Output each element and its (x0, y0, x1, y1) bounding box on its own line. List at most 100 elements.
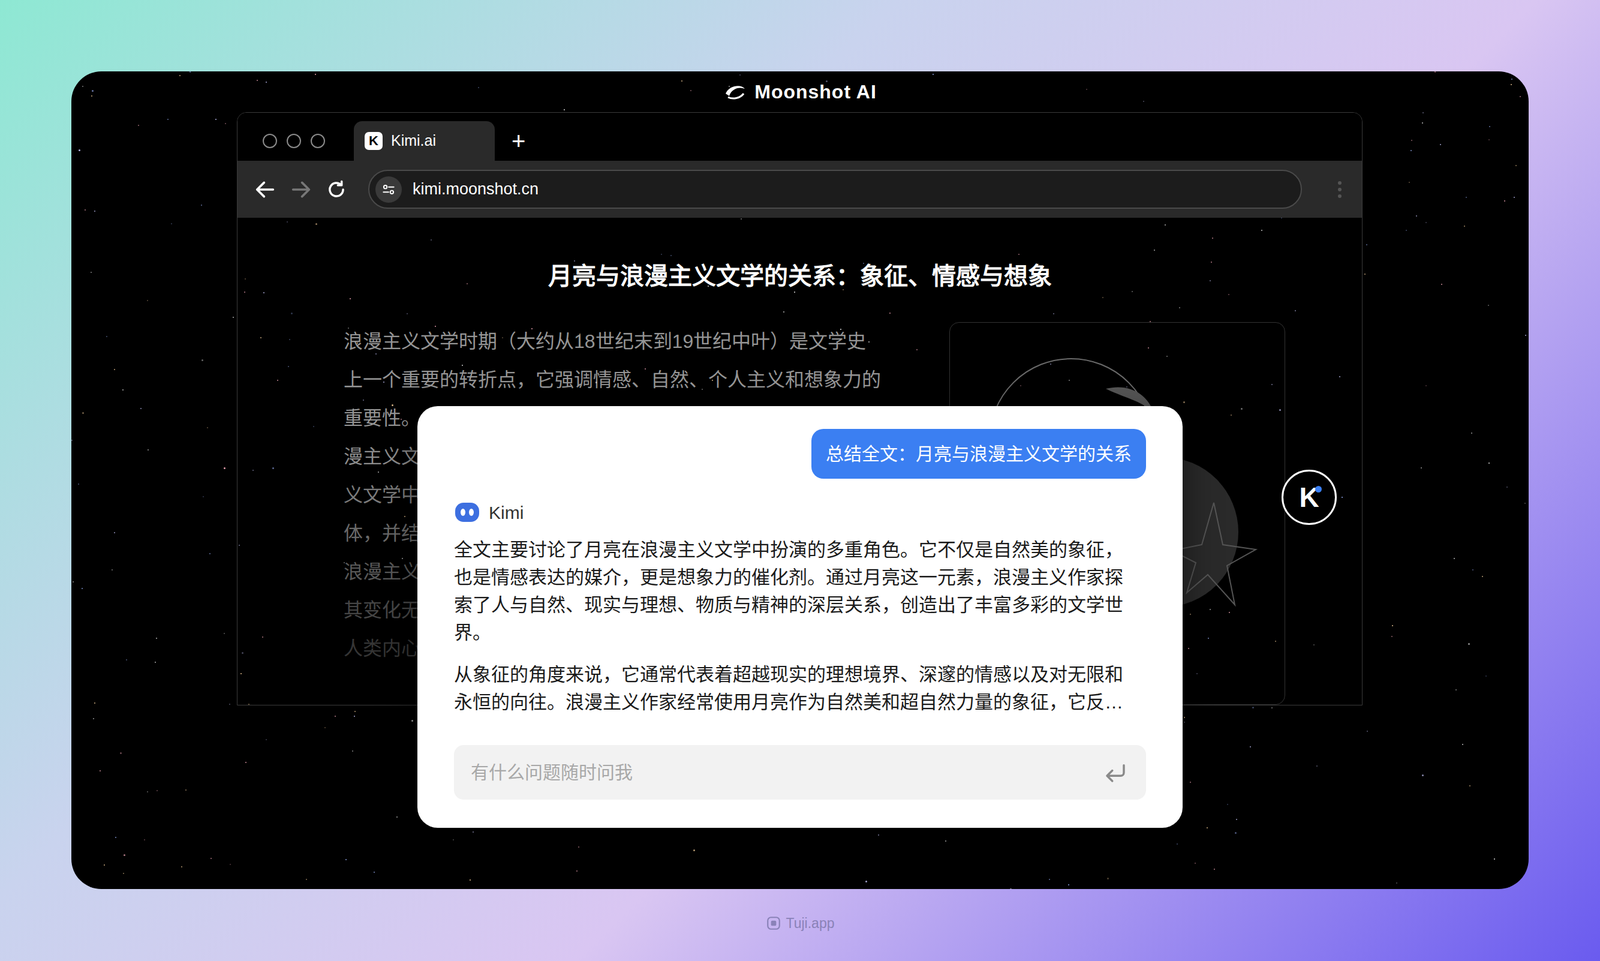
star (324, 726, 326, 729)
star (1469, 785, 1471, 787)
address-bar[interactable]: kimi.moonshot.cn (368, 169, 1302, 209)
star (1183, 721, 1186, 723)
star (209, 552, 211, 555)
star (1525, 334, 1527, 336)
star (794, 291, 796, 293)
star (140, 407, 142, 409)
menu-dot (1337, 187, 1342, 192)
window-control-icon[interactable] (286, 133, 302, 149)
star (1410, 149, 1412, 152)
new-tab-button[interactable]: + (494, 121, 543, 161)
star (1471, 432, 1473, 434)
star (877, 834, 880, 836)
star (84, 209, 86, 211)
star (1102, 296, 1104, 299)
window-control-icon[interactable] (262, 133, 278, 149)
status-dot (1315, 485, 1322, 493)
star (137, 124, 140, 126)
star (1271, 383, 1273, 386)
star (1465, 196, 1467, 198)
star (82, 411, 84, 414)
star (154, 661, 156, 663)
star (103, 864, 105, 866)
chat-input-box (453, 744, 1147, 800)
forward-arrow-icon[interactable] (289, 177, 314, 202)
star (262, 636, 264, 638)
assistant-line: 全文主要讨论了月亮在浪漫主义文学中扮演的多重角色。它不仅是自然美的象征， (453, 536, 1147, 564)
star (1313, 644, 1315, 646)
star (578, 846, 580, 848)
star (82, 85, 84, 87)
star (842, 289, 844, 291)
star (106, 335, 108, 338)
menu-dot (1337, 194, 1342, 198)
showcase-card: Moonshot AIKKimi.ai+kimi.moonshot.cn月亮与浪… (71, 71, 1529, 889)
star (469, 879, 471, 881)
star (373, 871, 375, 873)
star (1176, 843, 1178, 845)
star (260, 337, 262, 339)
star (1228, 611, 1230, 613)
star (1472, 569, 1474, 571)
assistant-line: 永恒的向往。浪漫主义作家经常使用月亮作为自然美和超自然力量的象征，它反… (453, 688, 1147, 717)
site-settings-icon[interactable] (375, 176, 402, 203)
star (1487, 304, 1490, 306)
star (1453, 557, 1455, 559)
browser-tab[interactable]: KKimi.ai (353, 121, 495, 161)
kimi-floating-button[interactable]: K (1281, 469, 1337, 525)
star (1053, 313, 1055, 315)
star (477, 86, 480, 89)
star (265, 81, 267, 83)
star (170, 223, 173, 225)
article-line: 上一个重要的转折点，它强调情感、自然、个人主义和想象力的 (343, 360, 911, 399)
star (92, 717, 95, 720)
star (167, 118, 169, 120)
reload-icon[interactable] (325, 178, 348, 201)
star (1196, 672, 1198, 675)
star (223, 632, 225, 634)
back-arrow-icon[interactable] (253, 177, 278, 202)
star (1425, 385, 1427, 387)
star (1489, 125, 1491, 128)
menu-icon[interactable] (1337, 181, 1342, 198)
star (375, 353, 377, 355)
star (90, 271, 92, 273)
star (1421, 122, 1424, 124)
star (1488, 139, 1490, 141)
chat-input[interactable] (470, 758, 1094, 786)
star (1183, 716, 1186, 718)
url-text[interactable]: kimi.moonshot.cn (412, 176, 539, 202)
star (1194, 862, 1196, 864)
moonshot-logo-icon (723, 82, 748, 101)
assistant-name: Kimi (488, 498, 524, 526)
star (1279, 408, 1281, 411)
star (353, 715, 356, 717)
star (434, 325, 436, 327)
star (1206, 826, 1208, 829)
assistant-line: 也是情感表达的媒介，更是想象力的催化剂。通过月亮这一元素，浪漫主义作家探 (453, 563, 1147, 592)
star (1524, 502, 1526, 504)
star (404, 515, 406, 517)
star (1234, 831, 1237, 834)
article-title: 月亮与浪漫主义文学的关系：象征、情感与想象 (237, 259, 1362, 293)
star (287, 365, 290, 368)
star (1189, 781, 1192, 783)
star (201, 359, 204, 362)
star (113, 368, 116, 371)
star (122, 389, 124, 391)
star (1048, 878, 1051, 880)
star (1468, 642, 1470, 645)
star (210, 857, 212, 859)
star (573, 260, 576, 262)
star (347, 327, 350, 329)
star (286, 221, 288, 223)
user-message: 总结全文：月亮与浪漫主义文学的关系 (811, 428, 1147, 479)
enter-icon[interactable] (1102, 761, 1129, 784)
star (1153, 249, 1156, 251)
star (1420, 467, 1422, 469)
star (223, 467, 226, 469)
star (1086, 88, 1088, 90)
star (1411, 139, 1413, 141)
star (185, 789, 187, 791)
window-control-icon[interactable] (310, 133, 326, 149)
